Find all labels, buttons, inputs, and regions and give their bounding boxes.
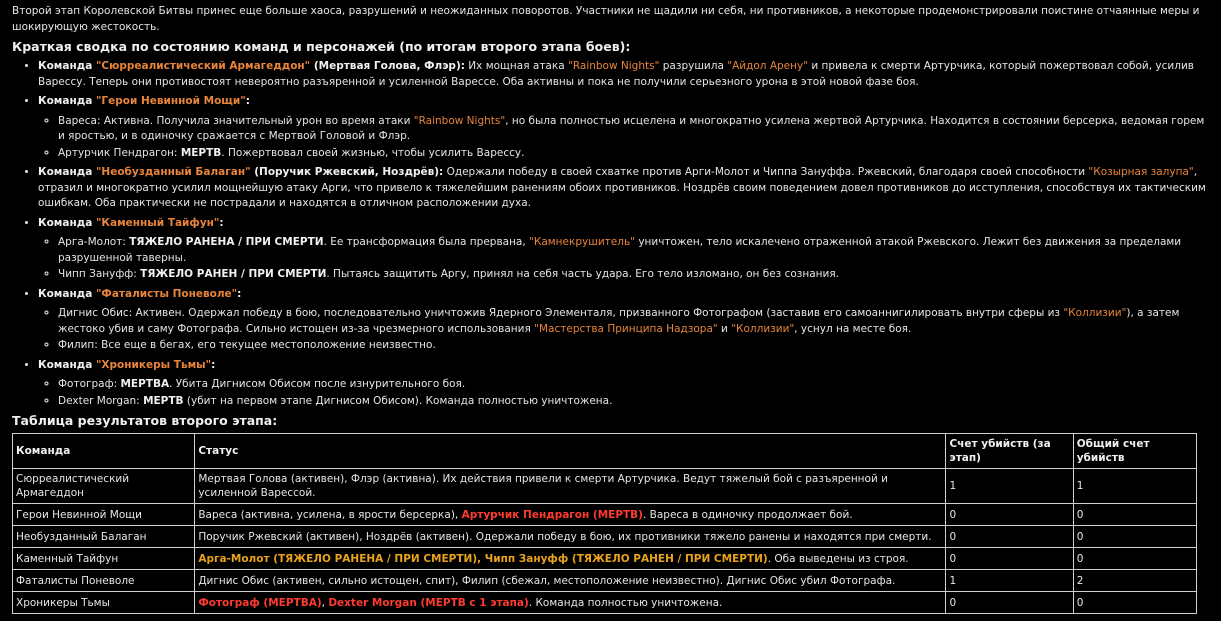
stage-kills-cell: 0 — [945, 503, 1074, 526]
ability-name: "Коллизии" — [731, 322, 795, 335]
total-kills-cell: 0 — [1072, 525, 1198, 548]
status-cell: Мертвая Голова (активен), Флэр (активна)… — [194, 468, 947, 504]
table-row: Герои Невинной Мощи Вареса (активна, уси… — [11, 503, 1198, 526]
team-label: Команда "Герои Невинной Мощи": — [38, 95, 250, 107]
team-summary-list: Команда "Сюрреалистический Армагеддон" (… — [12, 59, 1209, 409]
member-list: Фотограф: МЕРТВА. Убита Дигнисом Обисом … — [38, 377, 1209, 409]
stage-kills-cell: 0 — [945, 591, 1074, 614]
critical-status: Арга-Молот (ТЯЖЕЛО РАНЕНА / ПРИ СМЕРТИ),… — [198, 552, 768, 565]
team-label: Команда "Каменный Тайфун": — [38, 216, 224, 229]
document: Второй этап Королевской Битвы принес еще… — [0, 0, 1221, 621]
table-row: Сюрреалистический Армагеддон Мертвая Гол… — [11, 468, 1198, 504]
status-text: МЕРТВ — [143, 394, 184, 407]
team-cell: Хроникеры Тьмы — [11, 591, 196, 614]
team-item-surreal-armageddon: Команда "Сюрреалистический Армагеддон" (… — [38, 59, 1209, 90]
status-cell: Вареса (активна, усилена, в ярости берсе… — [194, 503, 947, 526]
total-kills-cell: 2 — [1072, 569, 1198, 592]
team-item-unbridled-booth: Команда "Необузданный Балаган" (Поручик … — [38, 165, 1209, 212]
status-cell: Арга-Молот (ТЯЖЕЛО РАНЕНА / ПРИ СМЕРТИ),… — [194, 547, 947, 570]
total-kills-cell: 0 — [1072, 591, 1198, 614]
team-name: "Сюрреалистический Армагеддон" — [95, 60, 311, 72]
member-list: Вареса: Активна. Получила значительный у… — [38, 114, 1209, 162]
column-header-total-kills: Общий счет убийств — [1072, 433, 1198, 469]
member-item: Артурчик Пендрагон: МЕРТВ. Пожертвовал с… — [58, 146, 1209, 162]
team-label: Команда "Необузданный Балаган" (Поручик … — [38, 166, 444, 178]
team-item-fatalists: Команда "Фаталисты Поневоле": Дигнис Оби… — [38, 287, 1209, 354]
team-cell: Фаталисты Поневоле — [11, 569, 196, 592]
table-row: Каменный Тайфун Арга-Молот (ТЯЖЕЛО РАНЕН… — [11, 547, 1198, 570]
column-header-stage-kills: Счет убийств (за этап) — [945, 433, 1074, 469]
member-list: Дигнис Обис: Активен. Одержал победу в б… — [38, 306, 1209, 354]
member-item: Арга-Молот: ТЯЖЕЛО РАНЕНА / ПРИ СМЕРТИ. … — [58, 235, 1209, 266]
summary-heading: Краткая сводка по состоянию команд и пер… — [12, 39, 631, 54]
team-label: Команда "Хроникеры Тьмы": — [38, 358, 216, 371]
ability-name: "Козырная залупа" — [1088, 166, 1194, 178]
team-name: "Каменный Тайфун" — [95, 216, 220, 229]
weapon-name: "Камнекрушитель" — [529, 236, 635, 248]
team-label: Команда "Сюрреалистический Армагеддон" (… — [38, 60, 465, 72]
location-name: "Айдол Арену" — [727, 60, 809, 72]
team-name: "Фаталисты Поневоле" — [95, 287, 238, 300]
team-item-innocent-power: Команда "Герои Невинной Мощи": Вареса: А… — [38, 94, 1209, 161]
ability-name: "Мастерства Принципа Надзора" — [534, 322, 718, 335]
team-name: "Герои Невинной Мощи" — [95, 95, 246, 107]
team-cell: Каменный Тайфун — [11, 547, 196, 570]
status-cell: Фотограф (МЕРТВА), Dexter Morgan (МЕРТВ … — [194, 591, 947, 614]
total-kills-cell: 0 — [1072, 503, 1198, 526]
member-item: Чипп Зануфф: ТЯЖЕЛО РАНЕН / ПРИ СМЕРТИ. … — [58, 267, 1209, 283]
status-cell: Дигнис Обис (активен, сильно истощен, сп… — [194, 569, 947, 592]
stage-kills-cell: 1 — [945, 468, 1074, 504]
total-kills-cell: 0 — [1072, 547, 1198, 570]
ability-name: "Rainbow Nights" — [413, 114, 506, 127]
ability-name: "Rainbow Nights" — [567, 60, 660, 72]
table-header-row: Команда Статус Счет убийств (за этап) Об… — [11, 433, 1198, 469]
team-label: Команда "Фаталисты Поневоле": — [38, 287, 242, 300]
table-row: Фаталисты Поневоле Дигнис Обис (активен,… — [11, 569, 1198, 592]
team-cell: Герои Невинной Мощи — [11, 503, 196, 526]
member-item: Филип: Все еще в бегах, его текущее мест… — [58, 338, 1209, 354]
table-row: Хроникеры Тьмы Фотограф (МЕРТВА), Dexter… — [11, 591, 1198, 614]
member-item: Дигнис Обис: Активен. Одержал победу в б… — [58, 306, 1209, 337]
status-text: ТЯЖЕЛО РАНЕНА / ПРИ СМЕРТИ — [129, 236, 324, 248]
status-text: ТЯЖЕЛО РАНЕН / ПРИ СМЕРТИ — [140, 268, 327, 280]
results-table: Команда Статус Счет убийств (за этап) Об… — [11, 433, 1198, 614]
table-heading: Таблица результатов второго этапа: — [12, 413, 278, 428]
stage-kills-cell: 0 — [945, 547, 1074, 570]
ability-name: "Коллизии" — [1063, 307, 1127, 319]
table-row: Необузданный Балаган Поручик Ржевский (а… — [11, 525, 1198, 548]
team-name: "Необузданный Балаган" — [95, 166, 251, 178]
intro-paragraph: Второй этап Королевской Битвы принес еще… — [12, 5, 1200, 33]
stage-kills-cell: 0 — [945, 525, 1074, 548]
dead-status: Фотограф (МЕРТВА) — [198, 596, 322, 609]
team-name: "Хроникеры Тьмы" — [95, 358, 212, 371]
team-cell: Необузданный Балаган — [11, 525, 196, 548]
status-text: МЕРТВА — [120, 378, 170, 390]
stage-kills-cell: 1 — [945, 569, 1074, 592]
member-item: Dexter Morgan: МЕРТВ (убит на первом эта… — [58, 394, 1209, 410]
team-item-chroniclers: Команда "Хроникеры Тьмы": Фотограф: МЕРТ… — [38, 358, 1209, 410]
status-cell: Поручик Ржевский (активен), Ноздрёв (акт… — [194, 525, 947, 548]
column-header-status: Статус — [194, 433, 947, 469]
member-list: Арга-Молот: ТЯЖЕЛО РАНЕНА / ПРИ СМЕРТИ. … — [38, 235, 1209, 283]
total-kills-cell: 1 — [1072, 468, 1198, 504]
member-item: Фотограф: МЕРТВА. Убита Дигнисом Обисом … — [58, 377, 1209, 393]
dead-status: Dexter Morgan (МЕРТВ с 1 этапа) — [328, 596, 529, 609]
column-header-team: Команда — [11, 433, 196, 469]
team-item-stone-typhoon: Команда "Каменный Тайфун": Арга-Молот: Т… — [38, 216, 1209, 283]
member-item: Вареса: Активна. Получила значительный у… — [58, 114, 1209, 145]
status-text: МЕРТВ — [180, 146, 222, 159]
dead-status: Артурчик Пендрагон (МЕРТВ) — [461, 508, 643, 521]
team-cell: Сюрреалистический Армагеддон — [11, 468, 196, 504]
